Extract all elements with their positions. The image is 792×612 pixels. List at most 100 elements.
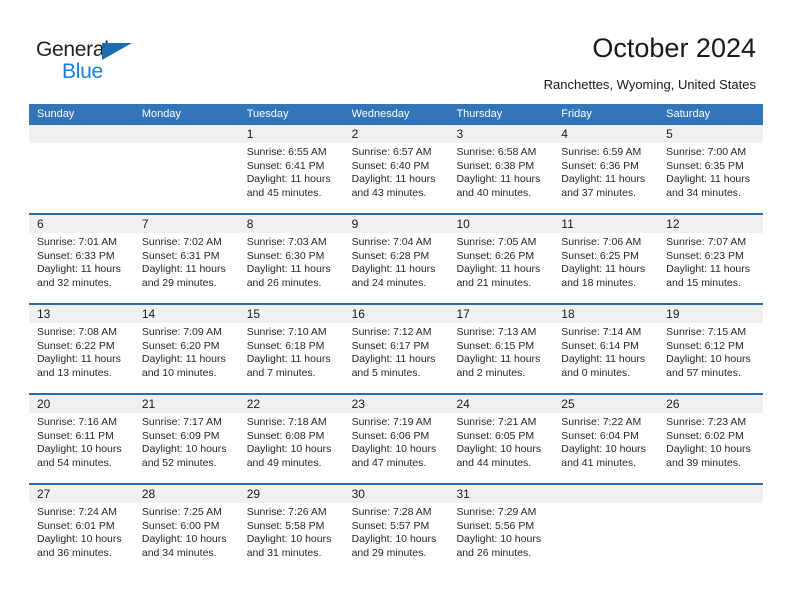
day-number[interactable]: 27 — [29, 485, 134, 503]
day-number[interactable]: 8 — [239, 215, 344, 233]
day-cell[interactable]: Sunrise: 7:17 AM Sunset: 6:09 PM Daylight:… — [134, 413, 239, 483]
day-number[interactable]: 6 — [29, 215, 134, 233]
day-number[interactable]: 14 — [134, 305, 239, 323]
day-cell[interactable]: Sunrise: 7:02 AM Sunset: 6:31 PM Daylight:… — [134, 233, 239, 303]
daylight-text: Daylight: 11 hours — [561, 263, 646, 275]
day-number[interactable]: 3 — [448, 125, 553, 143]
calendar-weeks: 1 2 3 4 5 Sunrise: 6:55 AM Sunset: 6:41 PM Dayl… — [29, 125, 763, 573]
daylight-text: Daylight: 11 hours — [351, 173, 436, 185]
daylight-text: Daylight: 10 hours — [351, 533, 437, 545]
week-detail-band: Sunrise: 6:55 AM Sunset: 6:41 PM Daylight:… — [29, 143, 763, 213]
day-cell[interactable]: Sunrise: 7:14 AM Sunset: 6:14 PM Daylight:… — [553, 323, 658, 393]
day-number[interactable]: 23 — [344, 395, 449, 413]
day-number[interactable]: 20 — [29, 395, 134, 413]
day-cell[interactable]: Sunrise: 7:29 AM Sunset: 5:56 PM Daylight:… — [448, 503, 553, 573]
daylight-text: Daylight: 11 hours — [37, 263, 121, 275]
sunrise-text: Sunrise: 7:15 AM — [666, 326, 747, 338]
day-cell[interactable]: Sunrise: 7:15 AM Sunset: 6:12 PM Daylight:… — [658, 323, 763, 393]
day-number[interactable]: 26 — [658, 395, 763, 413]
day-cell[interactable]: Sunrise: 7:04 AM Sunset: 6:28 PM Daylight:… — [344, 233, 449, 303]
day-number[interactable]: 11 — [553, 215, 658, 233]
day-cell[interactable]: Sunrise: 7:06 AM Sunset: 6:25 PM Daylight:… — [553, 233, 658, 303]
sunrise-text: Sunrise: 7:26 AM — [246, 506, 327, 518]
sunset-text: Sunset: 6:15 PM — [456, 339, 535, 352]
page-header: General Blue October 2024 Ranchettes, Wy… — [0, 0, 792, 103]
day-cell[interactable]: Sunrise: 7:05 AM Sunset: 6:26 PM Daylight:… — [448, 233, 553, 303]
daylight-text-cont: and 36 minutes. — [37, 546, 112, 559]
day-number[interactable]: 4 — [553, 125, 658, 143]
daylight-text: Daylight: 11 hours — [351, 353, 436, 365]
sunrise-text: Sunrise: 7:10 AM — [246, 326, 327, 338]
day-cell[interactable]: Sunrise: 7:21 AM Sunset: 6:05 PM Daylight:… — [448, 413, 553, 483]
day-cell[interactable]: Sunrise: 7:25 AM Sunset: 6:00 PM Daylight:… — [134, 503, 239, 573]
daylight-text: Daylight: 10 hours — [456, 533, 542, 545]
day-number[interactable]: 31 — [448, 485, 553, 503]
day-cell[interactable]: Sunrise: 7:23 AM Sunset: 6:02 PM Daylight:… — [658, 413, 763, 483]
day-cell[interactable]: Sunrise: 6:57 AM Sunset: 6:40 PM Daylight:… — [344, 143, 449, 213]
day-cell[interactable]: Sunrise: 7:07 AM Sunset: 6:23 PM Daylight:… — [658, 233, 763, 303]
weekday-header-row: Sunday Monday Tuesday Wednesday Thursday Frid… — [29, 104, 763, 125]
day-number[interactable]: 22 — [239, 395, 344, 413]
day-number[interactable]: 17 — [448, 305, 553, 323]
sunset-text: Sunset: 6:36 PM — [561, 159, 639, 172]
day-cell[interactable]: Sunrise: 7:26 AM Sunset: 5:58 PM Daylight:… — [239, 503, 344, 573]
day-cell[interactable]: Sunrise: 7:03 AM Sunset: 6:30 PM Daylight:… — [239, 233, 344, 303]
day-cell[interactable]: Sunrise: 6:58 AM Sunset: 6:38 PM Daylight:… — [448, 143, 553, 213]
daylight-text: Daylight: 11 hours — [666, 173, 751, 185]
day-cell[interactable]: Sunrise: 7:09 AM Sunset: 6:20 PM Daylight:… — [134, 323, 239, 393]
day-cell[interactable]: Sunrise: 7:10 AM Sunset: 6:18 PM Daylight:… — [239, 323, 344, 393]
daylight-text: Daylight: 10 hours — [246, 443, 332, 455]
day-number[interactable]: 2 — [344, 125, 449, 143]
daylight-text: Daylight: 10 hours — [351, 443, 437, 455]
day-cell[interactable]: Sunrise: 7:00 AM Sunset: 6:35 PM Daylight:… — [658, 143, 763, 213]
day-number[interactable]: 7 — [134, 215, 239, 233]
day-cell[interactable]: Sunrise: 7:01 AM Sunset: 6:33 PM Daylight:… — [29, 233, 134, 303]
day-number[interactable]: 1 — [239, 125, 344, 143]
day-number[interactable]: 15 — [239, 305, 344, 323]
day-number[interactable]: 5 — [658, 125, 763, 143]
daylight-text-cont: and 10 minutes. — [141, 366, 217, 379]
day-number[interactable]: 16 — [344, 305, 449, 323]
sunrise-text: Sunrise: 7:06 AM — [561, 236, 642, 248]
day-number[interactable]: 28 — [134, 485, 239, 503]
day-number[interactable]: 10 — [448, 215, 553, 233]
sunset-text: Sunset: 6:12 PM — [666, 339, 744, 352]
day-cell[interactable]: Sunrise: 7:22 AM Sunset: 6:04 PM Daylight:… — [553, 413, 658, 483]
day-number[interactable]: 29 — [239, 485, 344, 503]
day-cell[interactable]: Sunrise: 6:59 AM Sunset: 6:36 PM Daylight:… — [553, 143, 658, 213]
daylight-text: Daylight: 11 hours — [561, 353, 646, 365]
sunset-text: Sunset: 6:09 PM — [141, 429, 220, 442]
sunset-text: Sunset: 6:04 PM — [561, 429, 639, 442]
page-title: October 2024 — [592, 33, 756, 63]
day-number[interactable]: 9 — [344, 215, 449, 233]
daylight-text-cont: and 47 minutes. — [351, 456, 427, 469]
day-cell[interactable]: Sunrise: 7:08 AM Sunset: 6:22 PM Daylight:… — [29, 323, 134, 393]
daylight-text: Daylight: 10 hours — [456, 443, 542, 455]
calendar-week-row: 13 14 15 16 17 18 19 Sunrise: 7:08 AM Sunset: 6:… — [29, 303, 763, 393]
sunset-text: Sunset: 6:40 PM — [351, 159, 430, 172]
day-cell[interactable]: Sunrise: 7:28 AM Sunset: 5:57 PM Daylight:… — [344, 503, 449, 573]
triangle-icon — [102, 43, 132, 60]
day-cell[interactable]: Sunrise: 7:16 AM Sunset: 6:11 PM Daylight:… — [29, 413, 134, 483]
day-cell[interactable]: Sunrise: 7:12 AM Sunset: 6:17 PM Daylight:… — [344, 323, 449, 393]
day-number[interactable]: 24 — [448, 395, 553, 413]
day-number[interactable]: 21 — [134, 395, 239, 413]
day-number[interactable]: 12 — [658, 215, 763, 233]
day-number[interactable]: 25 — [553, 395, 658, 413]
daylight-text-cont: and 39 minutes. — [666, 456, 741, 469]
day-cell[interactable]: Sunrise: 7:13 AM Sunset: 6:15 PM Daylight:… — [448, 323, 553, 393]
sunrise-text: Sunrise: 7:14 AM — [561, 326, 642, 338]
day-cell[interactable]: Sunrise: 7:24 AM Sunset: 6:01 PM Daylight:… — [29, 503, 134, 573]
day-number[interactable]: 30 — [344, 485, 449, 503]
day-cell[interactable]: Sunrise: 7:19 AM Sunset: 6:06 PM Daylight:… — [344, 413, 449, 483]
day-cell[interactable]: Sunrise: 6:55 AM Sunset: 6:41 PM Daylight:… — [239, 143, 344, 213]
day-number[interactable]: 13 — [29, 305, 134, 323]
sunrise-text: Sunrise: 7:03 AM — [246, 236, 327, 248]
daylight-text: Daylight: 11 hours — [37, 353, 121, 365]
day-number[interactable]: 19 — [658, 305, 763, 323]
day-cell[interactable]: Sunrise: 7:18 AM Sunset: 6:08 PM Daylight:… — [239, 413, 344, 483]
weekday-header-friday: Friday — [561, 108, 592, 120]
sunset-text: Sunset: 6:38 PM — [456, 159, 535, 172]
daylight-text: Daylight: 11 hours — [246, 173, 331, 185]
day-number[interactable]: 18 — [553, 305, 658, 323]
